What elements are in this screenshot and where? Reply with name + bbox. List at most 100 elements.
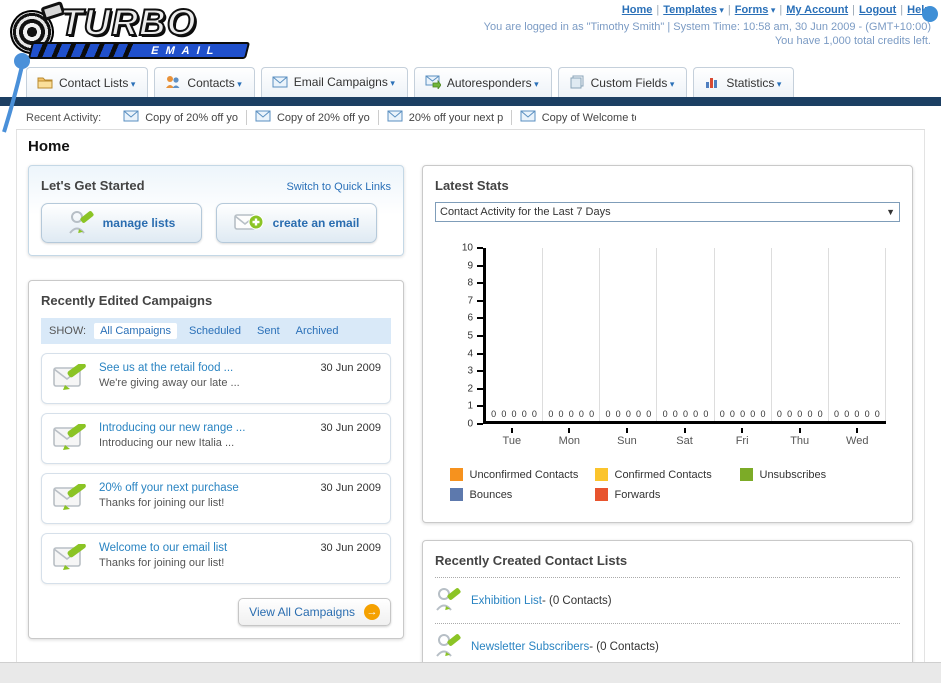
view-all-campaigns-button[interactable]: View All Campaigns → [238, 598, 391, 626]
bar-value-label: 0 [817, 409, 823, 419]
legend-swatch [449, 468, 463, 481]
x-axis-day: Sat [676, 435, 693, 447]
recent-activity-item[interactable]: Copy of Welcome to [512, 110, 644, 125]
recent-activity-item-text: Copy of Welcome to [541, 111, 636, 124]
recent-activity-label: Recent Activity: [26, 111, 102, 124]
tab-contacts[interactable]: Contacts ▾ [154, 67, 255, 97]
switch-quick-links-link[interactable]: Switch to Quick Links [286, 181, 391, 193]
nav-link-my-account[interactable]: My Account [786, 4, 848, 16]
dotted-divider [435, 577, 900, 578]
x-axis-tick-label: Wed [828, 428, 886, 450]
recent-activity-item-text: Copy of 20% off yo [276, 111, 370, 124]
legend-swatch [739, 468, 753, 481]
x-axis-day: Sun [617, 435, 637, 447]
envelope-plus-icon [233, 212, 264, 235]
tab-autoresponders[interactable]: Autoresponders ▾ [413, 67, 552, 97]
campaign-title-link[interactable]: See us at the retail food ... [99, 362, 312, 374]
logo-wordmark: TURBO [59, 1, 197, 44]
get-started-title: Let's Get Started [41, 178, 145, 193]
x-axis-day: Fri [735, 435, 749, 447]
campaign-item[interactable]: See us at the retail food ... We're givin… [41, 353, 391, 404]
recent-activity-item[interactable]: 20% off your next p [379, 110, 512, 125]
view-all-campaigns-label: View All Campaigns [249, 605, 355, 619]
campaign-title-link[interactable]: Introducing our new range ... [99, 422, 312, 434]
chart-x-axis: Tue Mon Sun Sat Fri Thu Wed [483, 428, 886, 450]
campaign-text: Introducing our new range ... Introducing… [99, 422, 312, 449]
recent-activity-item[interactable]: Copy of 20% off yo [247, 110, 379, 125]
manage-lists-button[interactable]: manage lists [41, 203, 202, 243]
contact-list-name-link[interactable]: Newsletter Subscribers [471, 641, 589, 653]
button-label: manage lists [102, 216, 176, 230]
tab-statistics[interactable]: Statistics ▾ [693, 67, 795, 97]
chart-day-group: 00000 [715, 248, 772, 421]
bar-value-label: 0 [797, 409, 803, 419]
bar-value-label: 0 [703, 409, 709, 419]
nav-separator: | [727, 4, 731, 16]
tab-contact-lists[interactable]: Contact Lists ▾ [26, 67, 149, 97]
stats-report-dropdown[interactable]: Contact Activity for the Last 7 Days ▼ [435, 202, 900, 222]
chart-legend: Unconfirmed Contacts Confirmed Contacts Un… [449, 468, 886, 508]
bar-value-label: 0 [521, 409, 527, 419]
campaign-item[interactable]: 20% off your next purchase Thanks for joi… [41, 473, 391, 524]
y-axis-tick-label: 8 [467, 277, 473, 289]
filter-archived[interactable]: Archived [296, 325, 339, 337]
chart-day-group: 00000 [829, 248, 886, 421]
nav-separator: | [656, 4, 660, 16]
header-nav-links: Home | Templates ▾ | Forms ▾ | My Account | Logo… [484, 4, 931, 16]
create-an-email-button[interactable]: create an email [216, 203, 377, 243]
campaign-subtitle: Thanks for joining our list! [99, 497, 225, 509]
bar-value-labels: 00000 [600, 409, 656, 419]
chevron-down-icon: ▾ [768, 5, 776, 15]
contact-list-item[interactable]: Exhibition List - (0 Contacts) [435, 587, 900, 614]
campaign-item[interactable]: Introducing our new range ... Introducing… [41, 413, 391, 464]
nav-link-templates[interactable]: Templates [663, 4, 717, 16]
x-axis-tick-label: Sat [656, 428, 714, 450]
page-title: Home [28, 138, 70, 155]
bar-value-label: 0 [807, 409, 813, 419]
contact-list-name-link[interactable]: Exhibition List [471, 595, 542, 607]
legend-label: Confirmed Contacts [614, 468, 712, 481]
filter-all-campaigns[interactable]: All Campaigns [94, 323, 177, 339]
bar-value-label: 0 [740, 409, 746, 419]
campaign-title-link[interactable]: 20% off your next purchase [99, 482, 312, 494]
bar-value-labels: 00000 [715, 409, 771, 419]
recent-activity-item[interactable]: Copy of 20% off yo [115, 110, 247, 125]
filter-sent[interactable]: Sent [257, 325, 280, 337]
contact-list-item[interactable]: Newsletter Subscribers - (0 Contacts) [435, 633, 900, 660]
person-pencil-icon [68, 210, 94, 237]
chart-plot-area: 00000000000000000000000000000000000 [483, 248, 886, 424]
nav-link-home[interactable]: Home [622, 4, 653, 16]
campaign-subtitle: Thanks for joining our list! [99, 557, 225, 569]
turbo-email-logo[interactable]: TURBO EMAIL [5, 0, 258, 60]
content-sheet: TURBO EMAIL Home | Templates ▾ | Forms ▾ | My … [0, 0, 941, 663]
tab-email-campaigns[interactable]: Email Campaigns ▾ [260, 67, 408, 97]
chevron-down-icon: ▾ [234, 79, 242, 89]
y-axis-tick-label: 6 [467, 312, 473, 324]
x-axis-tick-label: Thu [771, 428, 829, 450]
bar-value-labels: 00000 [772, 409, 828, 419]
latest-stats-panel: Latest Stats Contact Activity for the La… [422, 165, 913, 523]
campaign-item[interactable]: Welcome to our email list Thanks for join… [41, 533, 391, 584]
help-bubble-icon[interactable] [922, 6, 938, 22]
nav-link-logout[interactable]: Logout [859, 4, 896, 16]
recent-activity-item-text: Copy of 20% off yo [145, 111, 238, 124]
bar-value-labels: 00000 [486, 409, 542, 419]
nav-link-forms[interactable]: Forms [735, 4, 769, 16]
recent-activity-item-text: 20% off your next p [408, 111, 503, 124]
autoresponder-icon [425, 75, 442, 91]
tab-custom-fields[interactable]: Custom Fields ▾ [557, 67, 688, 97]
tab-label: Custom Fields [590, 76, 668, 90]
x-axis-tick-label: Tue [483, 428, 541, 450]
legend-label: Unconfirmed Contacts [469, 468, 579, 481]
filter-scheduled[interactable]: Scheduled [189, 325, 241, 337]
dotted-divider [435, 623, 900, 624]
bar-value-label: 0 [776, 409, 782, 419]
campaign-title-link[interactable]: Welcome to our email list [99, 542, 312, 554]
bar-value-label: 0 [693, 409, 699, 419]
x-axis-tick [625, 428, 628, 433]
recently-edited-campaigns-panel: Recently Edited Campaigns SHOW: All Camp… [28, 280, 404, 639]
chevron-down-icon: ▾ [716, 5, 724, 15]
bar-value-label: 0 [548, 409, 554, 419]
tab-label: Contacts [187, 76, 235, 90]
x-axis-tick-label: Sun [598, 428, 656, 450]
